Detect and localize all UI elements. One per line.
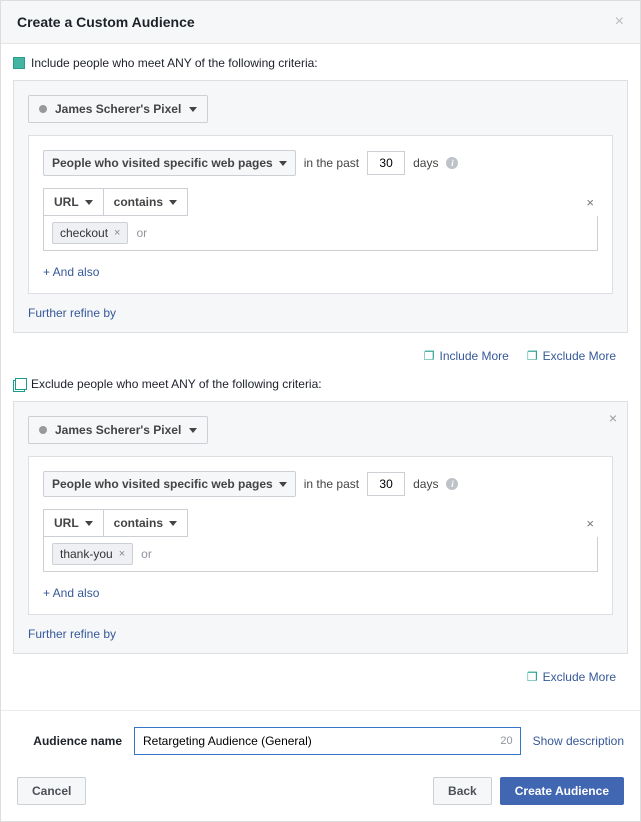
exclude-label-text: Exclude people who meet ANY of the follo…: [31, 377, 322, 391]
remove-section-icon[interactable]: ×: [609, 410, 617, 426]
pixel-name: James Scherer's Pixel: [55, 423, 181, 437]
past-label-b: days: [413, 156, 438, 170]
further-refine-link[interactable]: Further refine by: [28, 627, 116, 641]
caret-down-icon: [85, 200, 93, 205]
create-audience-button[interactable]: Create Audience: [500, 777, 624, 805]
include-rule-box: People who visited specific web pages in…: [28, 135, 613, 294]
and-also-link[interactable]: + And also: [43, 265, 99, 279]
caret-down-icon: [279, 482, 287, 487]
show-description-link[interactable]: Show description: [533, 734, 624, 748]
condition-label: People who visited specific web pages: [52, 477, 273, 491]
remove-tag-icon[interactable]: ×: [119, 548, 125, 560]
pixel-name: James Scherer's Pixel: [55, 102, 181, 116]
operator-dropdown[interactable]: contains: [104, 188, 188, 216]
pixel-status-dot-icon: [39, 426, 47, 434]
or-placeholder: or: [136, 226, 147, 240]
days-input[interactable]: [367, 151, 405, 175]
include-section-label: Include people who meet ANY of the follo…: [13, 56, 628, 70]
pixel-selector[interactable]: James Scherer's Pixel: [28, 416, 208, 444]
exclude-more-link[interactable]: ❐ Exclude More: [527, 670, 616, 684]
url-value-input[interactable]: thank-you × or: [43, 537, 598, 572]
url-field-dropdown[interactable]: URL: [43, 188, 104, 216]
pixel-status-dot-icon: [39, 105, 47, 113]
url-value-input[interactable]: checkout × or: [43, 216, 598, 251]
operator-label: contains: [114, 195, 163, 209]
caret-down-icon: [189, 428, 197, 433]
include-box: James Scherer's Pixel People who visited…: [13, 80, 628, 333]
pixel-selector[interactable]: James Scherer's Pixel: [28, 95, 208, 123]
and-also-link[interactable]: + And also: [43, 586, 99, 600]
exclude-rule-box: People who visited specific web pages in…: [28, 456, 613, 615]
url-field-dropdown[interactable]: URL: [43, 509, 104, 537]
caret-down-icon: [169, 521, 177, 526]
exclude-box: × James Scherer's Pixel People who visit…: [13, 401, 628, 654]
stack-icon: ❐: [424, 349, 435, 363]
remove-tag-icon[interactable]: ×: [114, 227, 120, 239]
modal-body: Include people who meet ANY of the follo…: [1, 44, 640, 710]
exclude-more-text: Exclude More: [543, 670, 616, 684]
exclude-icon: [13, 378, 25, 390]
info-icon[interactable]: i: [446, 157, 458, 169]
audience-name-input[interactable]: [134, 727, 521, 755]
stack-icon: ❐: [527, 349, 538, 363]
or-placeholder: or: [141, 547, 152, 561]
tag-text: checkout: [60, 226, 108, 240]
back-button[interactable]: Back: [433, 777, 492, 805]
exclude-more-text: Exclude More: [543, 349, 616, 363]
caret-down-icon: [279, 161, 287, 166]
operator-dropdown[interactable]: contains: [104, 509, 188, 537]
exclude-section-label: Exclude people who meet ANY of the follo…: [13, 377, 628, 391]
include-label-text: Include people who meet ANY of the follo…: [31, 56, 318, 70]
char-counter: 20: [500, 735, 512, 747]
include-exclude-actions: ❐ Include More ❐ Exclude More: [13, 343, 628, 377]
stack-icon: ❐: [527, 670, 538, 684]
condition-dropdown[interactable]: People who visited specific web pages: [43, 150, 296, 176]
create-audience-modal: Create a Custom Audience × Include peopl…: [0, 0, 641, 822]
caret-down-icon: [85, 521, 93, 526]
include-more-link[interactable]: ❐ Include More: [424, 349, 509, 363]
modal-title: Create a Custom Audience: [17, 14, 195, 30]
tag-text: thank-you: [60, 547, 113, 561]
exclude-more-link[interactable]: ❐ Exclude More: [527, 349, 616, 363]
condition-label: People who visited specific web pages: [52, 156, 273, 170]
url-field-label: URL: [54, 516, 79, 530]
cancel-button[interactable]: Cancel: [17, 777, 86, 805]
further-refine-link[interactable]: Further refine by: [28, 306, 116, 320]
operator-label: contains: [114, 516, 163, 530]
caret-down-icon: [189, 107, 197, 112]
include-icon: [13, 57, 25, 69]
remove-rule-icon[interactable]: ×: [582, 195, 598, 210]
past-label-a: in the past: [304, 156, 359, 170]
include-more-text: Include More: [439, 349, 508, 363]
close-icon[interactable]: ×: [615, 13, 624, 31]
info-icon[interactable]: i: [446, 478, 458, 490]
url-tag: checkout ×: [52, 222, 128, 244]
days-input[interactable]: [367, 472, 405, 496]
past-label-a: in the past: [304, 477, 359, 491]
condition-dropdown[interactable]: People who visited specific web pages: [43, 471, 296, 497]
exclude-more-actions: ❐ Exclude More: [13, 664, 628, 698]
audience-name-label: Audience name: [17, 734, 122, 748]
url-field-label: URL: [54, 195, 79, 209]
remove-rule-icon[interactable]: ×: [582, 516, 598, 531]
modal-footer: Audience name 20 Show description Cancel…: [1, 710, 640, 821]
url-tag: thank-you ×: [52, 543, 133, 565]
past-label-b: days: [413, 477, 438, 491]
caret-down-icon: [169, 200, 177, 205]
modal-header: Create a Custom Audience ×: [1, 1, 640, 44]
